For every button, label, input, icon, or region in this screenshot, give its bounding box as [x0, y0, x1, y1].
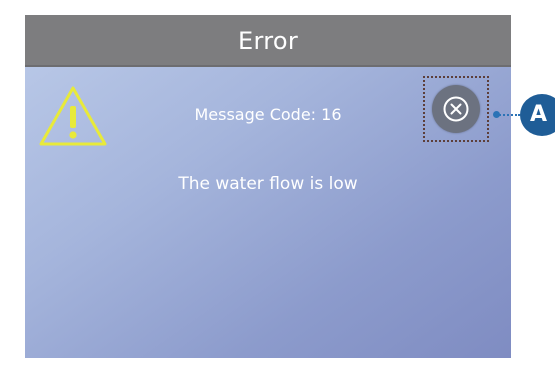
title-bar: Error: [25, 15, 511, 67]
stage: Error Message Code: 16 The water flow is…: [0, 0, 555, 373]
callout-badge: A: [520, 94, 555, 136]
error-message: The water flow is low: [178, 174, 358, 194]
callout-leader-dot: [493, 111, 500, 118]
close-button[interactable]: [423, 76, 489, 142]
close-icon: [443, 96, 469, 122]
callout-label: A: [530, 102, 548, 127]
dialog-title: Error: [238, 27, 298, 55]
error-dialog: Error Message Code: 16 The water flow is…: [25, 15, 511, 358]
